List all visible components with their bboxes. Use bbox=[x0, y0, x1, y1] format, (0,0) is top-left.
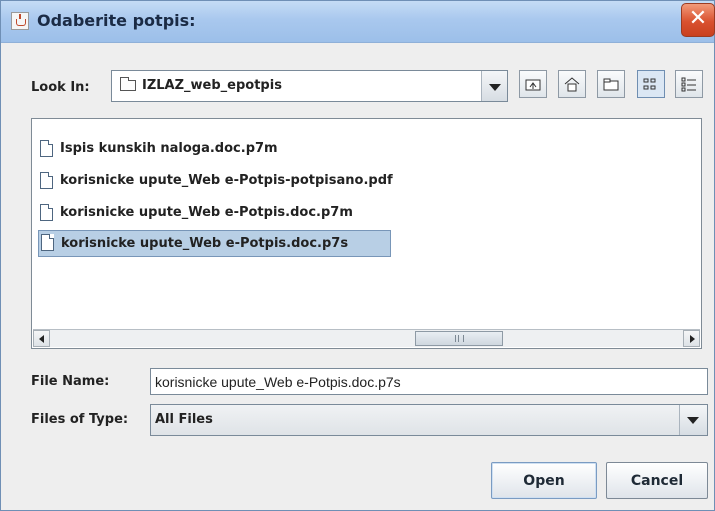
file-icon bbox=[40, 140, 53, 157]
look-in-dropdown-button[interactable] bbox=[481, 71, 507, 101]
file-name: Ispis kunskih naloga.doc.p7m bbox=[60, 141, 278, 156]
scroll-left-button[interactable] bbox=[33, 330, 50, 347]
list-view-icon bbox=[643, 78, 656, 90]
files-of-type-value: All Files bbox=[155, 412, 213, 427]
file-name-input[interactable] bbox=[153, 371, 705, 392]
grip-icon bbox=[455, 335, 464, 342]
scroll-right-button[interactable] bbox=[683, 330, 700, 347]
new-folder-icon bbox=[603, 78, 619, 91]
up-folder-icon bbox=[525, 79, 541, 91]
file-chooser-dialog: Odaberite potpis: ✕ Look In: IZLAZ_web_e… bbox=[0, 0, 715, 511]
close-button[interactable]: ✕ bbox=[681, 3, 715, 37]
home-button[interactable] bbox=[558, 70, 586, 98]
arrow-right-icon bbox=[690, 335, 695, 343]
details-view-icon bbox=[681, 77, 696, 92]
file-name: korisnicke upute_Web e-Potpis-potpisano.… bbox=[60, 173, 393, 188]
file-name-field[interactable] bbox=[150, 368, 708, 395]
details-view-button[interactable] bbox=[675, 70, 703, 98]
files-of-type-label: Files of Type: bbox=[31, 412, 129, 427]
look-in-value: IZLAZ_web_epotpis bbox=[142, 78, 282, 93]
file-name-label: File Name: bbox=[31, 374, 110, 389]
look-in-label: Look In: bbox=[31, 80, 90, 95]
file-row[interactable]: korisnicke upute_Web e-Potpis-potpisano.… bbox=[38, 169, 398, 193]
arrow-left-icon bbox=[39, 335, 44, 343]
dialog-title: Odaberite potpis: bbox=[37, 11, 196, 30]
file-row-selected[interactable]: korisnicke upute_Web e-Potpis.doc.p7s bbox=[38, 230, 391, 257]
files-of-type-combo[interactable]: All Files bbox=[150, 404, 708, 436]
home-icon bbox=[564, 77, 580, 92]
file-name: korisnicke upute_Web e-Potpis.doc.p7m bbox=[60, 205, 353, 220]
chevron-down-icon bbox=[687, 417, 699, 424]
files-of-type-dropdown-button[interactable] bbox=[679, 405, 707, 435]
file-list[interactable]: Ispis kunskih naloga.doc.p7m korisnicke … bbox=[31, 118, 702, 349]
file-name: korisnicke upute_Web e-Potpis.doc.p7s bbox=[61, 236, 349, 251]
new-folder-button[interactable] bbox=[597, 70, 625, 98]
chevron-down-icon bbox=[489, 84, 501, 91]
look-in-combo[interactable]: IZLAZ_web_epotpis bbox=[111, 70, 508, 102]
file-icon bbox=[40, 204, 53, 221]
java-cup-icon bbox=[11, 12, 29, 30]
open-button[interactable]: Open bbox=[491, 462, 597, 499]
file-icon bbox=[41, 234, 54, 251]
cancel-button[interactable]: Cancel bbox=[606, 462, 708, 499]
scrollbar-thumb[interactable] bbox=[415, 331, 503, 346]
folder-icon bbox=[120, 77, 136, 91]
file-icon bbox=[40, 172, 53, 189]
up-one-level-button[interactable] bbox=[519, 70, 547, 98]
file-row[interactable]: korisnicke upute_Web e-Potpis.doc.p7m bbox=[38, 201, 368, 225]
horizontal-scrollbar[interactable] bbox=[33, 329, 700, 347]
title-bar[interactable]: Odaberite potpis: ✕ bbox=[1, 1, 715, 43]
file-row[interactable]: Ispis kunskih naloga.doc.p7m bbox=[38, 137, 338, 161]
list-view-button[interactable] bbox=[637, 70, 665, 98]
